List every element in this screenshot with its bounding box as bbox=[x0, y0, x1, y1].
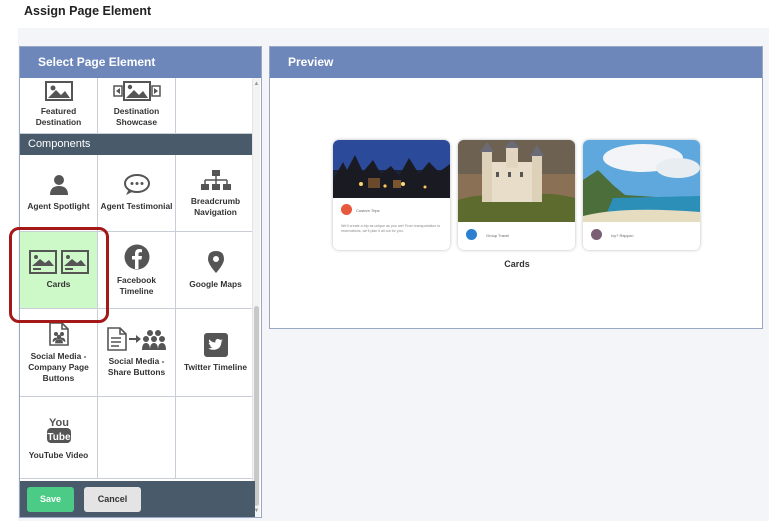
preview-card: Custom Trips We'll create a trip as uniq… bbox=[333, 140, 450, 250]
save-button[interactable]: Save bbox=[27, 487, 74, 512]
twitter-icon bbox=[203, 332, 228, 357]
card-image-coast bbox=[583, 140, 700, 222]
card-name: Ivy? Rappon bbox=[611, 233, 634, 238]
element-label: Agent Testimonial bbox=[100, 201, 173, 211]
element-youtube-video[interactable]: You Tube YouTube Video bbox=[20, 397, 98, 479]
element-google-maps[interactable]: Google Maps bbox=[176, 232, 255, 309]
element-list-scrollbar[interactable]: ▲ ▼ bbox=[252, 78, 260, 517]
action-bar: Save Cancel bbox=[20, 481, 255, 517]
share-people-icon bbox=[106, 327, 167, 351]
element-agent-spotlight[interactable]: Agent Spotlight bbox=[20, 155, 98, 232]
element-label: Agent Spotlight bbox=[27, 201, 90, 211]
card-text: We'll create a trip as unique as you are… bbox=[341, 224, 441, 233]
element-label: Facebook Timeline bbox=[116, 274, 157, 296]
selection-highlight-ring bbox=[9, 227, 109, 323]
preview-header: Preview bbox=[270, 47, 762, 78]
page-title: Assign Page Element bbox=[24, 4, 152, 18]
facebook-icon bbox=[124, 244, 150, 270]
card-image-night-town bbox=[333, 140, 450, 198]
sitemap-icon bbox=[200, 169, 231, 191]
element-label: Destination Showcase bbox=[113, 106, 160, 127]
document-people-icon bbox=[48, 321, 69, 346]
card-avatar bbox=[591, 229, 602, 240]
youtube-icon: You Tube bbox=[46, 415, 72, 445]
element-label: Breadcrumb Navigation bbox=[190, 195, 241, 217]
card-name: Custom Trips bbox=[356, 208, 380, 213]
element-twitter-timeline[interactable]: Twitter Timeline bbox=[176, 309, 255, 397]
image-carousel-icon bbox=[112, 81, 161, 101]
map-pin-icon bbox=[207, 250, 225, 274]
preview-caption: Cards bbox=[504, 259, 530, 269]
speech-bubble-icon bbox=[123, 174, 151, 196]
element-facebook-timeline[interactable]: Facebook Timeline bbox=[98, 232, 176, 309]
element-label: Twitter Timeline bbox=[184, 361, 247, 372]
scrollbar-thumb[interactable] bbox=[254, 306, 259, 506]
cancel-button[interactable]: Cancel bbox=[84, 487, 141, 512]
element-breadcrumb-navigation[interactable]: Breadcrumb Navigation bbox=[176, 155, 255, 232]
element-label: YouTube Video bbox=[28, 449, 89, 460]
element-label: Social Media - Company Page Buttons bbox=[28, 350, 89, 383]
preview-card: Group Travel bbox=[458, 140, 575, 250]
element-label: Google Maps bbox=[189, 279, 242, 289]
element-social-media-share-buttons[interactable]: Social Media - Share Buttons bbox=[98, 309, 176, 397]
preview-panel: Preview Custom Trips We'll create a trip… bbox=[269, 46, 763, 329]
card-image-castle bbox=[458, 140, 575, 222]
element-list-header: Select Page Element bbox=[20, 47, 261, 78]
element-label: Social Media - Share Buttons bbox=[107, 356, 166, 377]
person-icon bbox=[49, 174, 69, 196]
card-avatar bbox=[466, 229, 477, 240]
preview-card: Ivy? Rappon bbox=[583, 140, 700, 250]
element-destination-showcase[interactable]: Destination Showcase bbox=[98, 78, 176, 134]
cards-preview: Custom Trips We'll create a trip as uniq… bbox=[333, 140, 700, 250]
card-avatar bbox=[341, 204, 352, 215]
svg-text:Tube: Tube bbox=[47, 432, 71, 443]
element-agent-testimonial[interactable]: Agent Testimonial bbox=[98, 155, 176, 232]
section-components: Components bbox=[20, 134, 255, 155]
empty-cell bbox=[176, 78, 255, 134]
image-icon bbox=[44, 81, 73, 101]
card-name: Group Travel bbox=[486, 233, 510, 238]
element-featured-destination[interactable]: Featured Destination bbox=[20, 78, 98, 134]
empty-cell bbox=[176, 397, 255, 479]
svg-text:You: You bbox=[49, 417, 69, 429]
scroll-up-arrow-icon[interactable]: ▲ bbox=[253, 80, 260, 88]
empty-cell bbox=[98, 397, 176, 479]
element-label: Featured Destination bbox=[35, 106, 82, 127]
